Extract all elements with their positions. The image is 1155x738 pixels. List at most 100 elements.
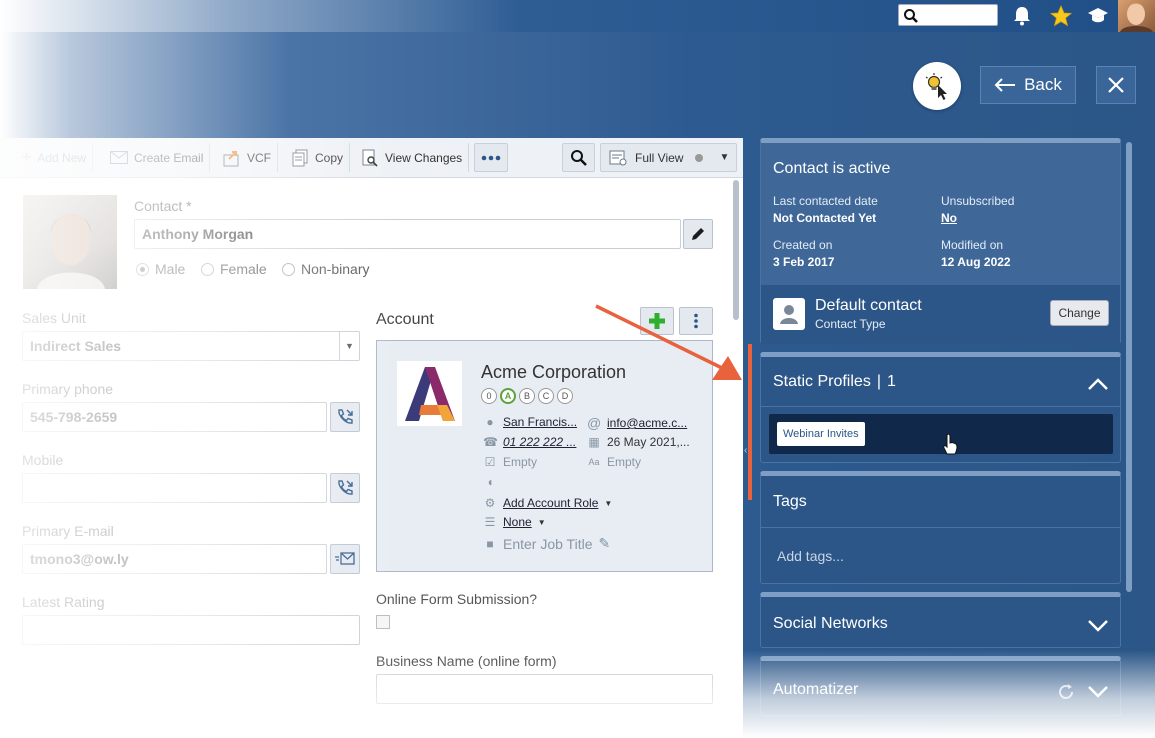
contact-type-icon xyxy=(773,298,805,330)
contact-status-card: Contact is active Last contacted date No… xyxy=(760,138,1121,344)
primary-phone-label: Primary phone xyxy=(22,381,114,397)
account-city[interactable]: ● San Francis... xyxy=(483,415,577,429)
map-pin-icon: ● xyxy=(486,415,494,429)
user-avatar[interactable] xyxy=(1118,0,1155,32)
chevron-down-icon: ▼ xyxy=(339,332,359,360)
account-rating[interactable]: 0 A B C D xyxy=(481,388,573,404)
create-email-button[interactable]: Create Email xyxy=(104,143,211,172)
divider xyxy=(761,406,1120,407)
business-name-input[interactable] xyxy=(376,674,713,704)
add-new-label: Add New xyxy=(37,150,87,165)
back-button[interactable]: Back xyxy=(980,66,1076,104)
gender-nonbinary-radio[interactable]: Non-binary xyxy=(282,261,369,277)
tags-card: Tags Add tags... xyxy=(760,471,1121,584)
checkbox-icon: ☑ xyxy=(484,455,496,469)
radio-dot xyxy=(136,262,149,276)
none-link[interactable]: None xyxy=(503,515,532,529)
latest-rating-input[interactable] xyxy=(22,615,360,645)
star-icon[interactable] xyxy=(1049,4,1073,28)
caret-down-icon: ▼ xyxy=(604,498,613,508)
unsubscribed-label: Unsubscribed xyxy=(941,194,1015,208)
search-icon xyxy=(904,9,918,23)
contact-name-label: Contact * xyxy=(134,198,192,214)
account-phone[interactable]: ☎ 01 222 222 ... xyxy=(483,435,576,449)
send-email-button[interactable] xyxy=(330,544,360,574)
chevron-up-icon[interactable] xyxy=(1087,377,1109,394)
rating-c[interactable]: C xyxy=(538,388,554,404)
record-toolbar: + Add New Create Email VCF Copy View Cha… xyxy=(0,138,743,178)
text-field-icon: Aa xyxy=(588,457,600,467)
status-dot-icon xyxy=(695,153,704,162)
search-button[interactable] xyxy=(562,143,595,172)
edit-name-button[interactable] xyxy=(683,219,713,249)
vcf-label: VCF xyxy=(247,150,271,165)
bell-icon[interactable] xyxy=(1010,4,1034,28)
radio-dot xyxy=(282,262,295,276)
sales-unit-select[interactable]: Indirect Sales ▼ xyxy=(22,331,360,361)
add-account-role[interactable]: ⚙ Add Account Role ▼ xyxy=(483,496,613,510)
phone-call-icon xyxy=(338,480,353,495)
static-profiles-count: 1 xyxy=(886,373,896,390)
rating-0[interactable]: 0 xyxy=(481,388,497,404)
account-city-link[interactable]: San Francis... xyxy=(503,415,577,429)
graduation-cap-icon[interactable] xyxy=(1086,4,1110,28)
contact-photo[interactable] xyxy=(23,195,117,289)
created-label: Created on xyxy=(773,238,833,252)
online-form-checkbox[interactable] xyxy=(376,615,390,629)
mobile-input[interactable] xyxy=(22,473,327,503)
sales-unit-label: Sales Unit xyxy=(22,310,86,326)
copy-label: Copy xyxy=(315,150,344,165)
gender-female-radio[interactable]: Female xyxy=(201,261,267,277)
add-account-role-link[interactable]: Add Account Role xyxy=(503,496,598,510)
plus-icon: + xyxy=(22,148,32,166)
collapse-handle-icon[interactable]: ‹ xyxy=(744,445,747,456)
job-title-placeholder: Enter Job Title xyxy=(503,535,593,552)
job-title[interactable]: ■ Enter Job Title ✎ xyxy=(483,535,610,552)
call-primary-phone-button[interactable] xyxy=(330,402,360,432)
hand-cursor-icon xyxy=(943,433,959,458)
contact-type-name: Default contact xyxy=(815,297,922,314)
account-phone-link[interactable]: 01 222 222 ... xyxy=(503,435,576,449)
rating-a[interactable]: A xyxy=(500,388,516,404)
view-mode-dropdown[interactable]: Full View ▼ xyxy=(600,143,737,172)
account-logo[interactable] xyxy=(397,361,462,426)
account-field-empty-2: Aa Empty xyxy=(587,455,641,469)
close-icon xyxy=(1108,77,1124,93)
primary-phone-input[interactable]: 545-798-2659 xyxy=(22,402,327,432)
static-profile-tag[interactable]: Webinar Invites xyxy=(777,422,865,446)
rating-d[interactable]: D xyxy=(557,388,573,404)
account-field-empty-1: ☑ Empty xyxy=(483,455,537,469)
change-contact-type-button[interactable]: Change xyxy=(1050,300,1109,326)
divider xyxy=(761,527,1120,528)
add-new-button[interactable]: + Add New xyxy=(16,143,94,172)
form-scrollbar[interactable] xyxy=(733,180,739,320)
contact-name-input[interactable]: Anthony Morgan xyxy=(134,219,681,249)
account-email[interactable]: @ info@acme.c... xyxy=(587,415,687,431)
tips-button[interactable] xyxy=(913,62,961,110)
role-icon: ⚙ xyxy=(484,496,496,510)
more-actions-button[interactable] xyxy=(474,143,508,172)
vcf-button[interactable]: VCF xyxy=(217,143,278,172)
chevron-down-icon[interactable] xyxy=(1087,619,1109,636)
email-input[interactable]: tmono3@ow.ly xyxy=(22,544,327,574)
rating-b[interactable]: B xyxy=(519,388,535,404)
call-mobile-button[interactable] xyxy=(330,473,360,503)
social-networks-card[interactable]: Social Networks xyxy=(760,592,1121,648)
view-changes-button[interactable]: View Changes xyxy=(355,143,470,172)
gender-nonbinary-label: Non-binary xyxy=(301,261,370,277)
gender-male-radio[interactable]: Male xyxy=(136,261,185,277)
static-profiles-header[interactable]: Static Profiles | 1 xyxy=(773,373,896,391)
global-search-input[interactable] xyxy=(898,4,998,26)
sidebar-scrollbar[interactable] xyxy=(1126,142,1132,592)
add-tags-input[interactable]: Add tags... xyxy=(777,548,844,564)
chevron-down-icon[interactable] xyxy=(1087,685,1109,702)
close-button[interactable] xyxy=(1096,66,1136,104)
pencil-icon[interactable]: ✎ xyxy=(599,535,611,552)
unsubscribed-value[interactable]: No xyxy=(941,211,957,225)
account-email-link[interactable]: info@acme.c... xyxy=(607,416,687,430)
mobile-label: Mobile xyxy=(22,452,64,468)
copy-button[interactable]: Copy xyxy=(285,143,351,172)
account-relation-none[interactable]: ☰ None ▼ xyxy=(483,515,546,529)
automatizer-card[interactable]: Automatizer xyxy=(760,656,1121,716)
refresh-icon[interactable] xyxy=(1057,683,1075,704)
